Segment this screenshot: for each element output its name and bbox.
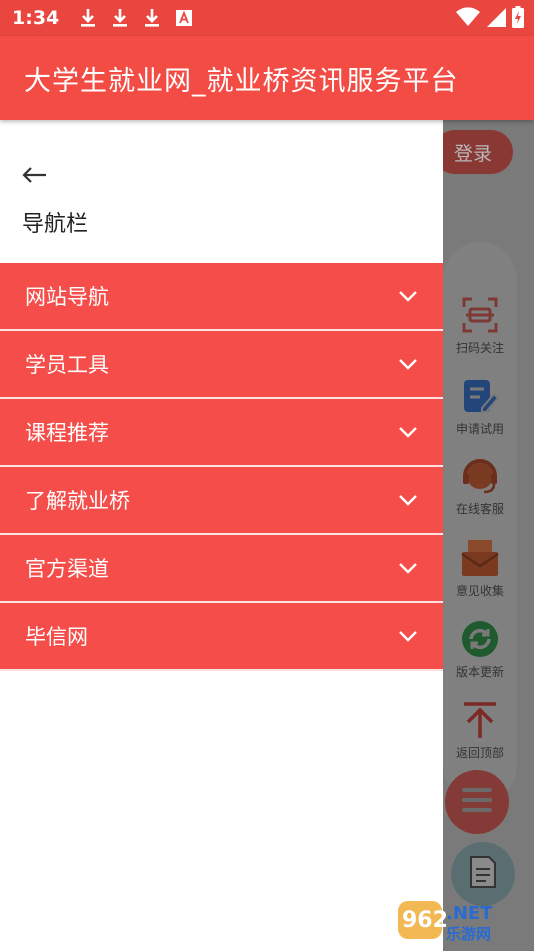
chevron-down-icon [397,625,419,647]
wifi-icon [456,7,480,31]
menu-item-student-tools[interactable]: 学员工具 [0,331,443,399]
chevron-down-icon [397,353,419,375]
side-tool-label: 在线客服 [455,502,504,516]
document-icon [469,855,497,893]
side-tool-update: 版本更新 [443,619,517,680]
side-tool-feedback: 意见收集 [443,538,517,599]
app-bar: 大学生就业网_就业桥资讯服务平台 [0,36,534,120]
chevron-down-icon [397,557,419,579]
download-icon [75,6,101,30]
floating-menu-button [445,770,509,834]
side-tool-label: 申请试用 [455,422,504,436]
login-label: 登录 [453,142,492,165]
svg-text:.NET: .NET [446,903,493,924]
drawer-title: 导航栏 [22,212,89,237]
navigation-drawer: 导航栏 网站导航 学员工具 课程推荐 了解就业桥 官方渠道 毕信网 [0,120,443,951]
chevron-down-icon [397,489,419,511]
menu-item-course-recommend[interactable]: 课程推荐 [0,399,443,467]
status-bar: 1:34 [0,0,534,36]
download-icon [107,6,133,30]
font-icon [171,6,197,30]
download-icon [139,6,165,30]
drawer-menu: 网站导航 学员工具 课程推荐 了解就业桥 官方渠道 毕信网 [0,263,443,671]
back-arrow-icon[interactable] [18,160,50,190]
side-tool-scan: 扫码关注 [443,295,517,356]
menu-item-label: 官方渠道 [25,557,109,581]
side-tool-trial: 申请试用 [443,376,517,437]
menu-item-label: 毕信网 [25,625,88,649]
login-button: 登录 [443,130,513,174]
side-tool-back-top: 返回顶部 [443,700,517,761]
menu-item-site-navigation[interactable]: 网站导航 [0,263,443,331]
app-title: 大学生就业网_就业桥资讯服务平台 [24,65,459,97]
svg-text:乐游网: 乐游网 [446,925,491,943]
menu-item-label: 网站导航 [25,285,109,309]
svg-text:962: 962 [402,908,448,933]
mail-icon [460,538,500,578]
menu-item-label: 课程推荐 [25,421,109,445]
menu-item-label: 学员工具 [25,353,109,377]
side-tool-label: 返回顶部 [455,746,504,760]
drawer-header: 导航栏 [0,120,443,263]
signal-icon [486,7,506,31]
menu-item-label: 了解就业桥 [25,489,130,513]
refresh-icon [460,619,500,659]
chevron-down-icon [397,285,419,307]
side-tool-service: 在线客服 [443,456,517,517]
menu-icon [462,787,492,817]
battery-charging-icon [512,6,524,32]
side-tool-label: 意见收集 [455,584,504,598]
watermark-logo: 962 .NET 乐游网 [396,897,528,945]
menu-item-official-channels[interactable]: 官方渠道 [0,535,443,603]
scan-icon [460,295,500,335]
background-scrim[interactable]: 登录 扫码关注 申请试用 在线客服 意见收集 版本更新 返回顶部 [443,120,534,951]
side-tool-label: 扫码关注 [455,341,504,355]
menu-item-bixin[interactable]: 毕信网 [0,603,443,671]
side-tool-label: 版本更新 [455,665,504,679]
menu-item-about[interactable]: 了解就业桥 [0,467,443,535]
chevron-down-icon [397,421,419,443]
arrow-up-icon [460,700,500,740]
headset-icon [460,456,500,496]
status-time: 1:34 [12,7,60,29]
edit-icon [460,376,500,416]
